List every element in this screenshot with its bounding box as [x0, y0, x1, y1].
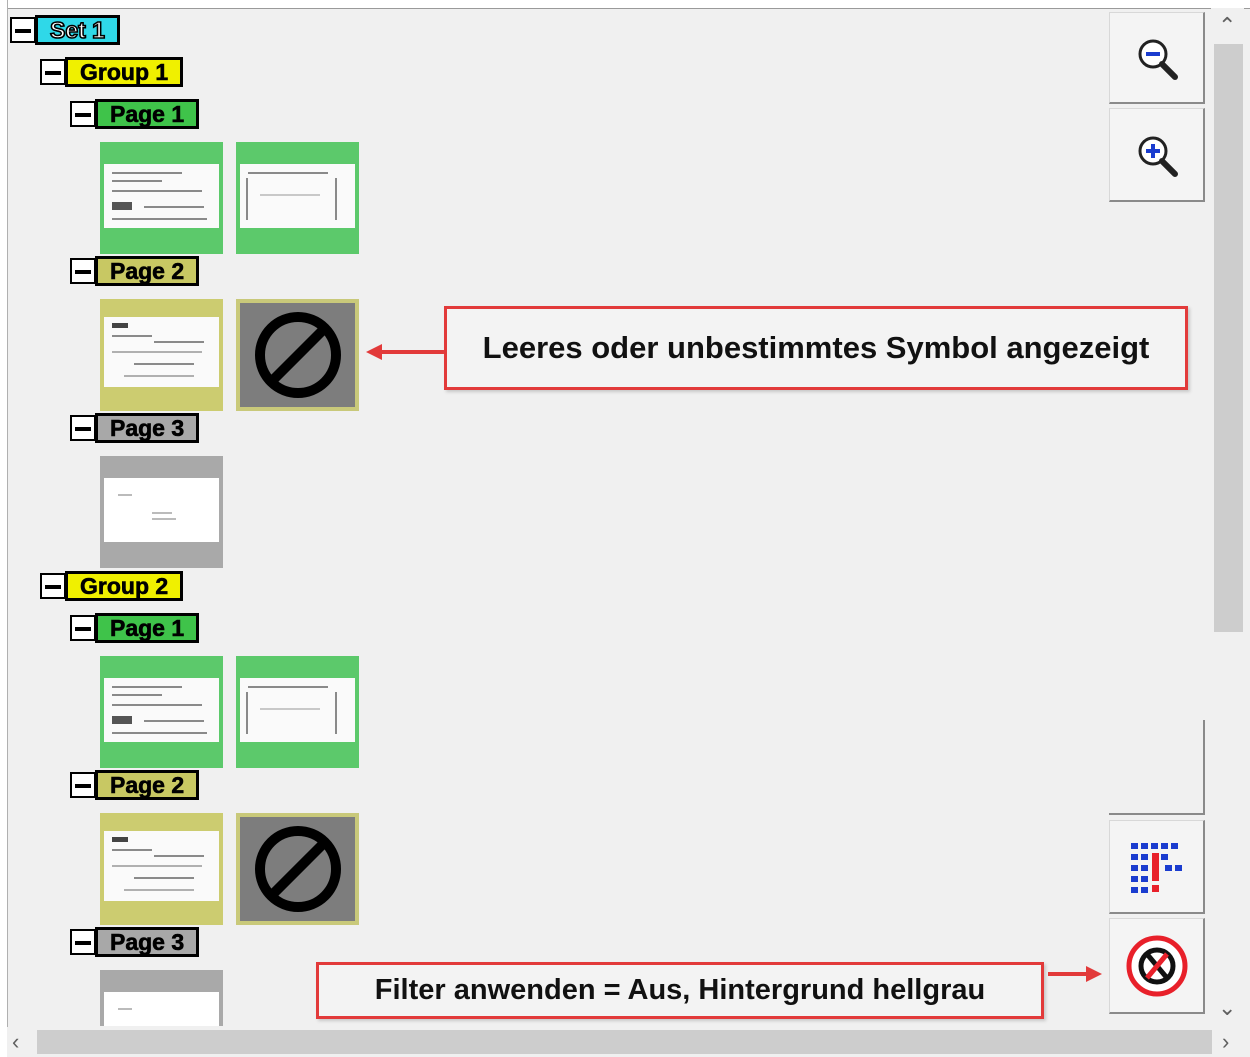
page-thumbnail-back[interactable]: [236, 142, 359, 254]
check-back-image: [240, 164, 355, 228]
callout-text: Filter anwenden = Aus, Hintergrund hellg…: [374, 974, 986, 1006]
callout-blank-symbol: Leeres oder unbestimmtes Symbol angezeig…: [444, 306, 1188, 390]
panel-top-border: [0, 0, 1250, 9]
blank-page-thumbnail[interactable]: [236, 813, 359, 925]
prohibited-icon: [254, 312, 341, 398]
tree-node-page-3[interactable]: Page 3: [70, 927, 200, 957]
page-thumbnail-front[interactable]: [100, 456, 223, 568]
set-label[interactable]: Set 1: [35, 15, 120, 45]
check-back-image: [240, 678, 355, 742]
scroll-up-icon[interactable]: ⌃: [1218, 15, 1236, 37]
horizontal-scrollbar-thumb[interactable]: [37, 1030, 1212, 1054]
zoom-in-icon: [1138, 136, 1178, 177]
collapse-toggle-icon[interactable]: [70, 615, 96, 641]
no-filter-icon: [1126, 935, 1187, 996]
zoom-out-icon: [1138, 39, 1178, 80]
scroll-left-icon[interactable]: ‹: [12, 1031, 19, 1053]
prohibited-icon: [254, 826, 341, 912]
vertical-scrollbar-thumb[interactable]: [1214, 44, 1243, 632]
page-label[interactable]: Page 2: [95, 770, 200, 800]
callout-filter: Filter anwenden = Aus, Hintergrund hellg…: [316, 962, 1044, 1019]
page-thumbnail-front[interactable]: [100, 970, 223, 1026]
tree-node-page-3[interactable]: Page 3: [70, 413, 200, 443]
page-label[interactable]: Page 3: [95, 927, 200, 957]
toolbar-spacer: [1109, 720, 1205, 815]
page-label[interactable]: Page 1: [95, 99, 200, 129]
collapse-toggle-icon[interactable]: [70, 415, 96, 441]
check-image: [104, 164, 219, 228]
panel-left-border: [0, 0, 8, 1057]
collapse-toggle-icon[interactable]: [40, 59, 66, 85]
page-label[interactable]: Page 1: [95, 613, 200, 643]
collapse-toggle-icon[interactable]: [70, 929, 96, 955]
group-label[interactable]: Group 1: [65, 57, 184, 87]
collapse-toggle-icon[interactable]: [10, 17, 36, 43]
collapse-toggle-icon[interactable]: [70, 772, 96, 798]
zoom-out-button[interactable]: [1109, 12, 1205, 104]
page-thumbnail-back[interactable]: [236, 656, 359, 768]
scroll-down-icon[interactable]: ⌄: [1218, 997, 1236, 1019]
collapse-toggle-icon[interactable]: [40, 573, 66, 599]
page-thumbnail-front[interactable]: [100, 299, 223, 411]
tree-node-page-1[interactable]: Page 1: [70, 99, 200, 129]
callout-arrow-icon: [1048, 966, 1102, 982]
tree-node-group-2[interactable]: Group 2: [40, 571, 184, 601]
tree-node-page-2[interactable]: Page 2: [70, 256, 200, 286]
tree-node-page-1[interactable]: Page 1: [70, 613, 200, 643]
filter-button[interactable]: [1109, 820, 1205, 914]
filter-icon: [1130, 842, 1182, 893]
document-image: [104, 831, 219, 901]
scroll-right-icon[interactable]: ›: [1222, 1031, 1229, 1053]
tree-node-page-2[interactable]: Page 2: [70, 770, 200, 800]
page-thumbnail-front[interactable]: [100, 813, 223, 925]
collapse-toggle-icon[interactable]: [70, 101, 96, 127]
group-label[interactable]: Group 2: [65, 571, 184, 601]
document-image: [104, 317, 219, 387]
page-label[interactable]: Page 2: [95, 256, 200, 286]
page-label[interactable]: Page 3: [95, 413, 200, 443]
page-thumbnail-front[interactable]: [100, 656, 223, 768]
zoom-in-button[interactable]: [1109, 108, 1205, 202]
callout-text: Leeres oder unbestimmtes Symbol angezeig…: [482, 330, 1150, 365]
document-image: [104, 992, 219, 1026]
document-image: [104, 478, 219, 542]
filter-off-button[interactable]: [1109, 918, 1205, 1014]
check-image: [104, 678, 219, 742]
document-tree-panel: Set 1 Group 1 Page 1 Page 2 Page 3 Group…: [0, 0, 1250, 1057]
blank-page-thumbnail[interactable]: [236, 299, 359, 411]
page-thumbnail-front[interactable]: [100, 142, 223, 254]
collapse-toggle-icon[interactable]: [70, 258, 96, 284]
callout-arrow-icon: [366, 344, 444, 360]
tree-node-set-1[interactable]: Set 1: [10, 15, 120, 45]
tree-node-group-1[interactable]: Group 1: [40, 57, 184, 87]
